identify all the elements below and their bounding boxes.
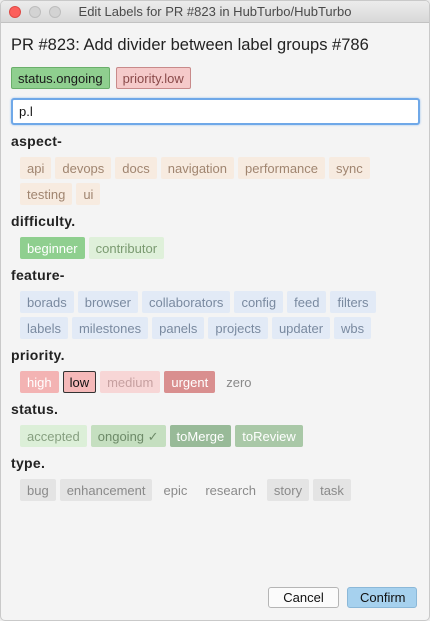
- label-chip[interactable]: docs: [115, 157, 157, 179]
- label-chip[interactable]: milestones: [71, 317, 149, 339]
- selected-label-status[interactable]: status.ongoing: [11, 67, 110, 89]
- label-chip[interactable]: bug: [20, 479, 56, 501]
- label-chip[interactable]: urgent: [164, 371, 216, 393]
- label-chip[interactable]: feed: [287, 291, 327, 313]
- label-group-aspect: aspect- api devops docs navigation perfo…: [11, 133, 419, 205]
- label-chip[interactable]: contributor: [88, 237, 165, 259]
- label-chip[interactable]: updater: [271, 317, 331, 339]
- label-chip-selected[interactable]: ongoing ✓: [90, 425, 166, 447]
- label-chip[interactable]: ui: [76, 183, 101, 205]
- group-name: feature-: [11, 267, 65, 283]
- label-chip[interactable]: navigation: [160, 157, 235, 179]
- label-chip[interactable]: beginner: [20, 237, 85, 259]
- label-chip[interactable]: epic: [156, 479, 194, 501]
- label-chip-highlighted[interactable]: low: [62, 371, 97, 393]
- title-bar: Edit Labels for PR #823 in HubTurbo/HubT…: [1, 1, 429, 23]
- label-chip[interactable]: research: [198, 479, 263, 501]
- label-chip[interactable]: projects: [208, 317, 268, 339]
- label-chip[interactable]: testing: [20, 183, 73, 205]
- label-search-input[interactable]: [11, 98, 420, 125]
- label-chip[interactable]: labels: [20, 317, 68, 339]
- label-chip[interactable]: medium: [100, 371, 161, 393]
- label-list: beginner contributor: [20, 237, 420, 259]
- label-chip[interactable]: enhancement: [59, 479, 153, 501]
- label-chip[interactable]: api: [20, 157, 52, 179]
- dialog-content: PR #823: Add divider between label group…: [1, 23, 429, 501]
- label-chip[interactable]: accepted: [20, 425, 87, 447]
- confirm-button[interactable]: Confirm: [347, 587, 417, 608]
- label-chip[interactable]: borads: [20, 291, 74, 313]
- label-list: bug enhancement epic research story task: [20, 479, 420, 501]
- label-chip[interactable]: zero: [219, 371, 258, 393]
- group-name: difficulty.: [11, 213, 76, 229]
- edit-labels-window: Edit Labels for PR #823 in HubTurbo/HubT…: [0, 0, 430, 621]
- label-chip[interactable]: browser: [77, 291, 138, 313]
- label-chip[interactable]: config: [234, 291, 284, 313]
- label-list: accepted ongoing ✓ toMerge toReview: [20, 425, 420, 447]
- label-chip[interactable]: panels: [152, 317, 205, 339]
- label-list: borads browser collaborators config feed…: [20, 291, 420, 339]
- label-chip[interactable]: task: [313, 479, 351, 501]
- pr-title: PR #823: Add divider between label group…: [11, 36, 369, 54]
- label-list: high low medium urgent zero: [20, 371, 420, 393]
- cancel-button[interactable]: Cancel: [268, 587, 339, 608]
- window-title: Edit Labels for PR #823 in HubTurbo/HubT…: [78, 4, 352, 19]
- selected-label-priority[interactable]: priority.low: [115, 67, 191, 89]
- label-group-status: status. accepted ongoing ✓ toMerge toRev…: [11, 401, 419, 447]
- label-group-difficulty: difficulty. beginner contributor: [11, 213, 419, 259]
- maximize-window-icon[interactable]: [49, 6, 61, 18]
- label-chip[interactable]: devops: [55, 157, 112, 179]
- label-chip[interactable]: filters: [330, 291, 376, 313]
- selected-labels: status.ongoing priority.low: [11, 67, 419, 89]
- group-name: priority.: [11, 347, 65, 363]
- label-chip[interactable]: wbs: [334, 317, 372, 339]
- label-chip[interactable]: story: [266, 479, 310, 501]
- group-name: aspect-: [11, 133, 63, 149]
- minimize-window-icon[interactable]: [29, 6, 41, 18]
- label-chip[interactable]: toReview: [235, 425, 303, 447]
- label-group-type: type. bug enhancement epic research stor…: [11, 455, 419, 501]
- label-chip[interactable]: collaborators: [142, 291, 231, 313]
- group-name: status.: [11, 401, 59, 417]
- label-chip[interactable]: sync: [329, 157, 370, 179]
- group-name: type.: [11, 455, 46, 471]
- label-group-priority: priority. high low medium urgent zero: [11, 347, 419, 393]
- label-group-feature: feature- borads browser collaborators co…: [11, 267, 419, 339]
- label-chip[interactable]: performance: [238, 157, 326, 179]
- window-controls: [9, 6, 61, 18]
- close-window-icon[interactable]: [9, 6, 21, 18]
- label-list: api devops docs navigation performance s…: [20, 157, 420, 205]
- dialog-footer: Cancel Confirm: [268, 587, 417, 608]
- label-chip[interactable]: high: [20, 371, 59, 393]
- label-chip[interactable]: toMerge: [169, 425, 232, 447]
